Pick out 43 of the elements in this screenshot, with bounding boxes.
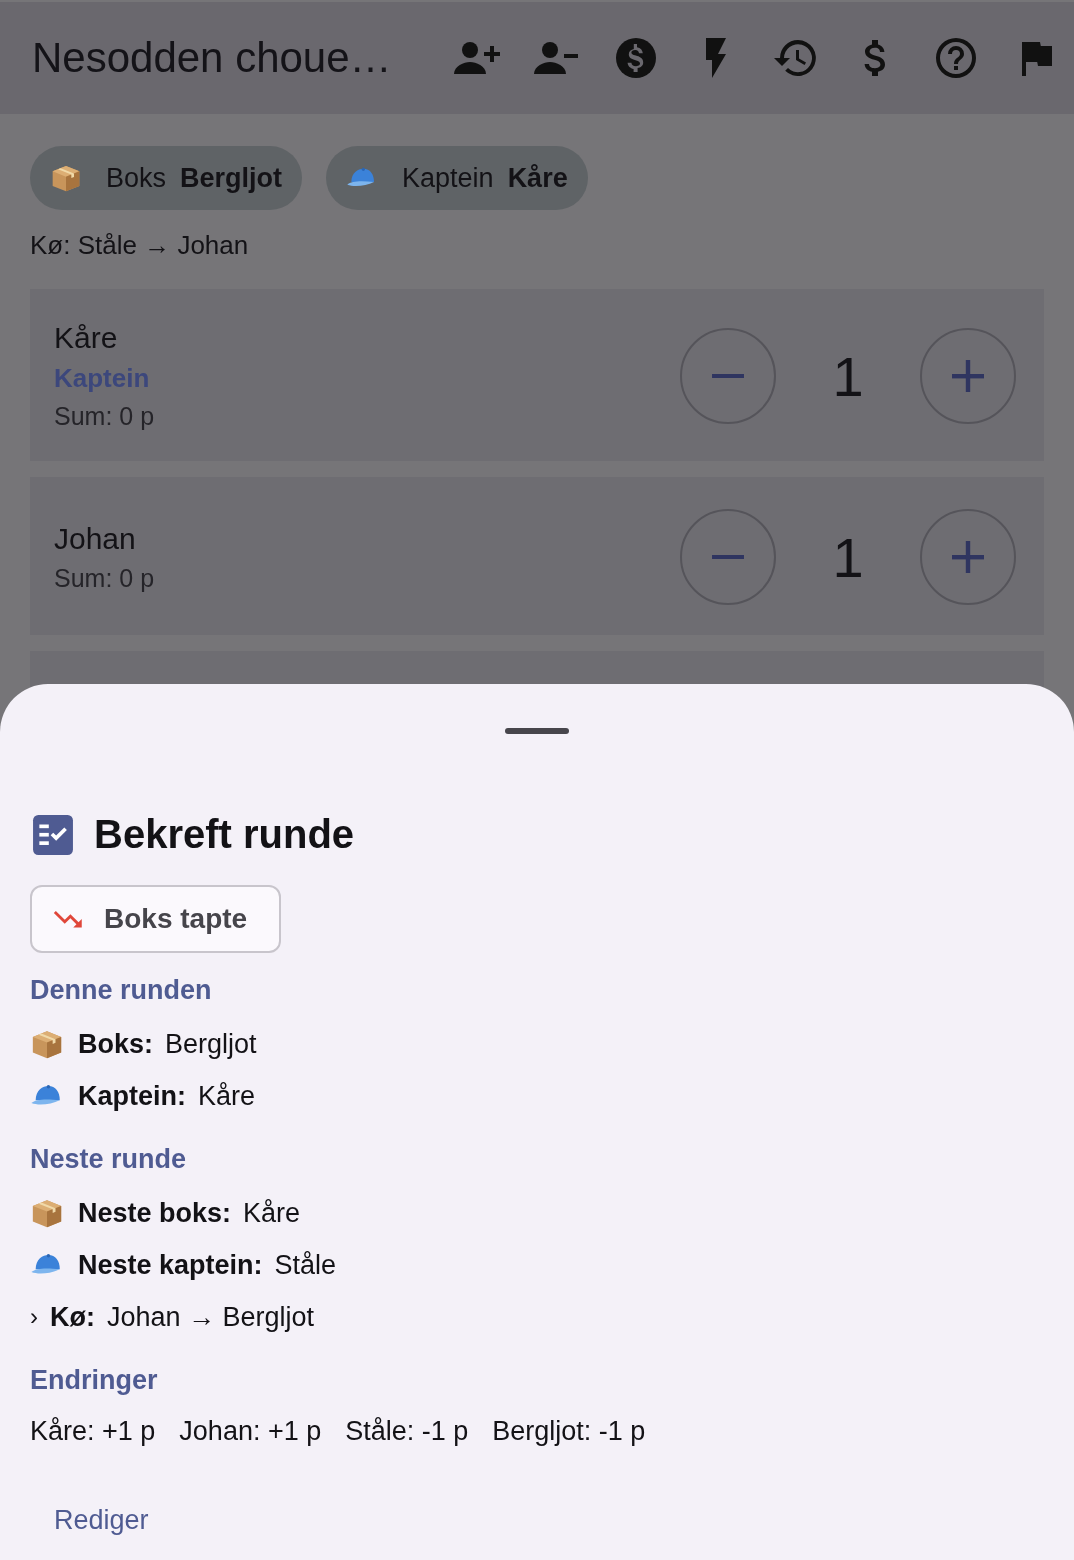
- score-change: Ståle: -1 p: [345, 1416, 469, 1447]
- role-chip[interactable]: Kaptein Kåre: [326, 146, 588, 210]
- row-label: Boks:: [78, 1028, 153, 1060]
- plus-icon: [952, 541, 984, 573]
- edit-button[interactable]: Rediger: [40, 1497, 163, 1544]
- row-value: Kåre: [198, 1080, 256, 1112]
- section-heading: Denne runden: [30, 975, 213, 1006]
- role-chip[interactable]: Boks Bergljot: [30, 146, 303, 210]
- score-change: Johan: +1 p: [179, 1416, 322, 1447]
- row-value: Kåre: [243, 1197, 301, 1229]
- player-name: Johan: [54, 521, 137, 556]
- section-heading: Neste runde: [30, 1144, 188, 1175]
- count-value: 1: [831, 524, 865, 590]
- drag-handle[interactable]: [505, 728, 569, 734]
- row-value: Johan → Bergljot: [107, 1301, 315, 1333]
- row-label: Neste kaptein:: [78, 1249, 263, 1281]
- sheet-title: Bekreft runde: [94, 812, 355, 857]
- score-change: Kåre: +1 p: [30, 1416, 156, 1447]
- section-heading: Endringer: [30, 1365, 159, 1396]
- chip-value: Kåre: [507, 162, 568, 194]
- row-label: Kø:: [50, 1301, 95, 1333]
- chevron-icon: ›: [30, 1303, 38, 1331]
- row-label: Neste boks:: [78, 1197, 232, 1229]
- increment-button[interactable]: [920, 328, 1016, 424]
- score-change: Bergljot: -1 p: [492, 1416, 646, 1447]
- count-value: 1: [831, 343, 865, 409]
- queue-text: Kø: Ståle → Johan: [30, 230, 250, 261]
- minus-icon: [712, 554, 744, 560]
- chip-label: Boks: [106, 162, 167, 194]
- player-sum: Sum: 0 p: [54, 563, 155, 593]
- row-value: Ståle: [274, 1249, 337, 1281]
- row-value: Bergljot: [165, 1028, 257, 1060]
- checklist-icon: [32, 813, 74, 856]
- plus-icon: [952, 360, 984, 392]
- chip-label: Kaptein: [402, 162, 494, 194]
- chip-value: Bergljot: [180, 162, 283, 194]
- row-label: Kaptein:: [78, 1080, 186, 1112]
- loss-button[interactable]: Boks tapte: [30, 885, 282, 953]
- app-title: Nesodden choue…: [32, 34, 393, 82]
- player-sum: Sum: 0 p: [54, 402, 155, 431]
- increment-button[interactable]: [920, 509, 1016, 605]
- player-name: Kåre: [54, 321, 119, 355]
- minus-icon: [712, 373, 744, 379]
